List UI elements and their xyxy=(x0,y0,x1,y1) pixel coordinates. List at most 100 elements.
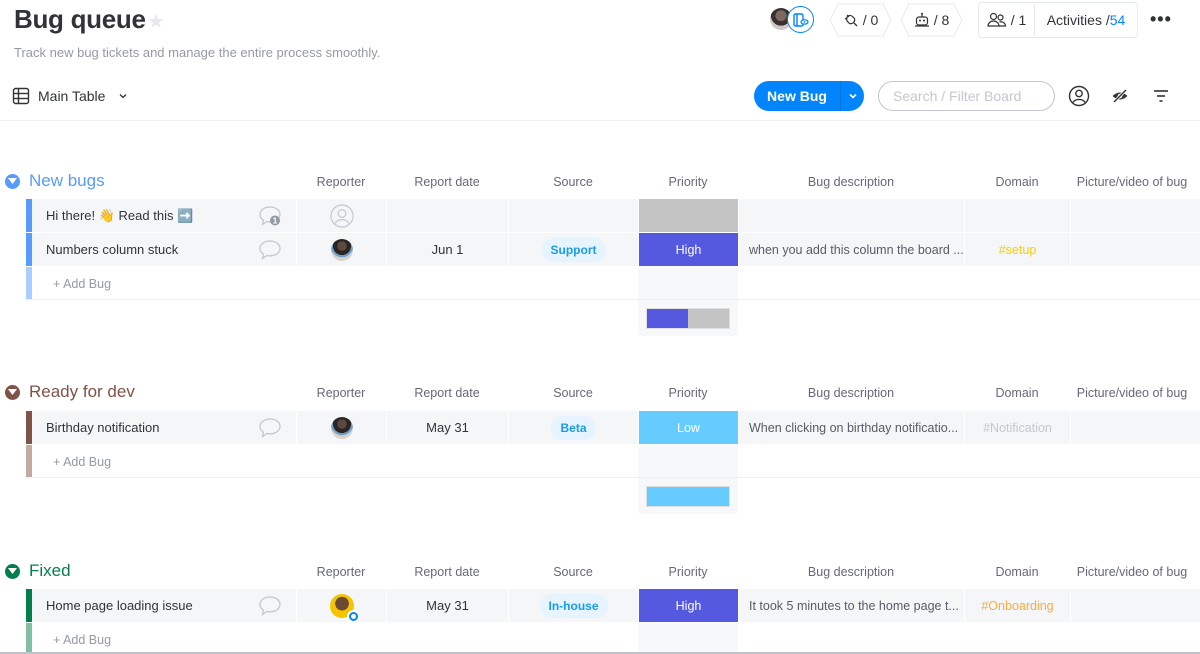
eye-off-icon xyxy=(1112,89,1128,103)
source-cell[interactable]: In-house xyxy=(508,589,638,622)
picture-video-cell[interactable] xyxy=(1070,411,1198,444)
integrations-button[interactable]: / 0 xyxy=(829,3,892,37)
column-header-domain[interactable]: Domain xyxy=(964,386,1070,400)
add-item-row[interactable]: + Add Bug xyxy=(26,445,1200,478)
item-name[interactable]: Birthday notification xyxy=(46,420,159,435)
new-bug-dropdown[interactable] xyxy=(840,81,864,111)
table-row[interactable]: Birthday notification May 31 Beta Low Wh… xyxy=(26,411,1200,444)
column-header-bug-description[interactable]: Bug description xyxy=(738,175,964,189)
hide-columns-button[interactable] xyxy=(1108,84,1132,108)
add-bug-label[interactable]: + Add Bug xyxy=(53,277,111,291)
bug-description-cell[interactable] xyxy=(738,199,964,232)
domain-cell[interactable] xyxy=(964,199,1070,232)
comment-button[interactable] xyxy=(258,595,282,622)
automations-button[interactable]: / 8 xyxy=(900,3,963,37)
board-description[interactable]: Track new bug tickets and manage the ent… xyxy=(14,45,380,60)
reporter-avatar xyxy=(330,238,353,261)
search-filter-input[interactable] xyxy=(878,81,1055,111)
report-date-cell[interactable]: Jun 1 xyxy=(386,233,508,266)
report-date-cell[interactable]: May 31 xyxy=(386,589,508,622)
column-header-picture-video[interactable]: Picture/video of bug xyxy=(1070,386,1194,400)
reporter-cell[interactable] xyxy=(296,411,386,444)
column-header-domain[interactable]: Domain xyxy=(964,565,1070,579)
comment-button[interactable]: 1 xyxy=(258,205,282,232)
column-header-priority[interactable]: Priority xyxy=(638,175,738,189)
table-row[interactable]: Numbers column stuck Jun 1 Support High … xyxy=(26,233,1200,266)
column-header-priority[interactable]: Priority xyxy=(638,565,738,579)
priority-distribution-bar xyxy=(646,308,730,329)
favorite-star-icon[interactable]: ★ xyxy=(147,9,165,34)
bug-description-cell[interactable]: It took 5 minutes to the home page t... xyxy=(738,589,964,622)
picture-video-cell[interactable] xyxy=(1070,589,1198,622)
item-name[interactable]: Home page loading issue xyxy=(46,598,193,613)
column-header-source[interactable]: Source xyxy=(508,565,638,579)
column-header-reporter[interactable]: Reporter xyxy=(296,175,386,189)
group-header-ready-for-dev[interactable]: Ready for dev xyxy=(5,382,135,402)
reporter-cell[interactable] xyxy=(296,589,386,623)
column-header-bug-description[interactable]: Bug description xyxy=(738,565,964,579)
column-header-report-date[interactable]: Report date xyxy=(386,175,508,189)
column-header-source[interactable]: Source xyxy=(508,386,638,400)
column-header-report-date[interactable]: Report date xyxy=(386,565,508,579)
report-date-cell[interactable] xyxy=(386,199,508,232)
group-collapse-icon[interactable] xyxy=(5,173,20,189)
table-row[interactable]: Home page loading issue May 31 In-house … xyxy=(26,589,1200,623)
subscribers-button[interactable] xyxy=(787,6,814,33)
priority-distribution-bar xyxy=(646,486,730,507)
filter-button[interactable] xyxy=(1149,84,1173,108)
priority-cell[interactable] xyxy=(638,199,738,232)
comment-button[interactable] xyxy=(258,239,282,266)
group-title[interactable]: Ready for dev xyxy=(29,382,135,402)
source-cell[interactable]: Beta xyxy=(508,411,638,444)
reporter-avatar xyxy=(330,416,353,439)
column-header-picture-video[interactable]: Picture/video of bug xyxy=(1070,175,1194,189)
comment-button[interactable] xyxy=(258,417,282,444)
members-button[interactable]: / 1 xyxy=(979,3,1035,37)
column-header-picture-video[interactable]: Picture/video of bug xyxy=(1070,565,1194,579)
report-date-cell[interactable]: May 31 xyxy=(386,411,508,444)
column-header-report-date[interactable]: Report date xyxy=(386,386,508,400)
column-header-source[interactable]: Source xyxy=(508,175,638,189)
comment-bubble-icon xyxy=(259,240,281,260)
group-title[interactable]: New bugs xyxy=(29,171,105,191)
source-cell[interactable]: Support xyxy=(508,233,638,266)
column-header-priority[interactable]: Priority xyxy=(638,386,738,400)
bug-description-cell[interactable]: When clicking on birthday notificatio... xyxy=(738,411,964,444)
more-options-button[interactable]: ••• xyxy=(1150,9,1172,30)
item-name[interactable]: Hi there! 👋 Read this ➡️ xyxy=(46,208,193,224)
activities-button[interactable]: Activities / 54 xyxy=(1035,12,1137,28)
column-header-reporter[interactable]: Reporter xyxy=(296,386,386,400)
group-collapse-icon[interactable] xyxy=(5,384,20,400)
column-header-domain[interactable]: Domain xyxy=(964,175,1070,189)
item-name[interactable]: Numbers column stuck xyxy=(46,242,178,257)
board-title[interactable]: Bug queue xyxy=(14,4,146,35)
bug-description-cell[interactable]: when you add this column the board ... xyxy=(738,233,964,266)
group-header-fixed[interactable]: Fixed xyxy=(5,561,71,581)
add-bug-label[interactable]: + Add Bug xyxy=(53,455,111,469)
person-icon xyxy=(1068,85,1090,107)
add-bug-label[interactable]: + Add Bug xyxy=(53,633,111,647)
integrations-count: / 0 xyxy=(862,12,879,28)
source-cell[interactable] xyxy=(508,199,638,232)
domain-cell[interactable]: #Notification xyxy=(964,411,1070,444)
priority-cell[interactable]: Low xyxy=(638,411,738,444)
person-filter-button[interactable] xyxy=(1067,84,1091,108)
picture-video-cell[interactable] xyxy=(1070,199,1198,232)
reporter-cell[interactable] xyxy=(296,233,386,266)
reporter-cell[interactable] xyxy=(296,199,386,232)
group-header-new-bugs[interactable]: New bugs xyxy=(5,171,105,191)
column-header-bug-description[interactable]: Bug description xyxy=(738,386,964,400)
table-row[interactable]: Hi there! 👋 Read this ➡️ 1 xyxy=(26,199,1200,232)
new-bug-button[interactable]: New Bug xyxy=(754,81,864,111)
view-selector-main-table[interactable]: Main Table xyxy=(12,86,129,106)
add-item-row[interactable]: + Add Bug xyxy=(26,267,1200,300)
picture-video-cell[interactable] xyxy=(1070,233,1198,266)
priority-cell[interactable]: High xyxy=(638,233,738,266)
group-collapse-icon[interactable] xyxy=(5,563,20,579)
add-item-row[interactable]: + Add Bug xyxy=(26,623,1200,654)
domain-cell[interactable]: #Onboarding xyxy=(964,589,1070,622)
priority-cell[interactable]: High xyxy=(638,589,738,622)
column-header-reporter[interactable]: Reporter xyxy=(296,565,386,579)
domain-cell[interactable]: #setup xyxy=(964,233,1070,266)
group-title[interactable]: Fixed xyxy=(29,561,71,581)
